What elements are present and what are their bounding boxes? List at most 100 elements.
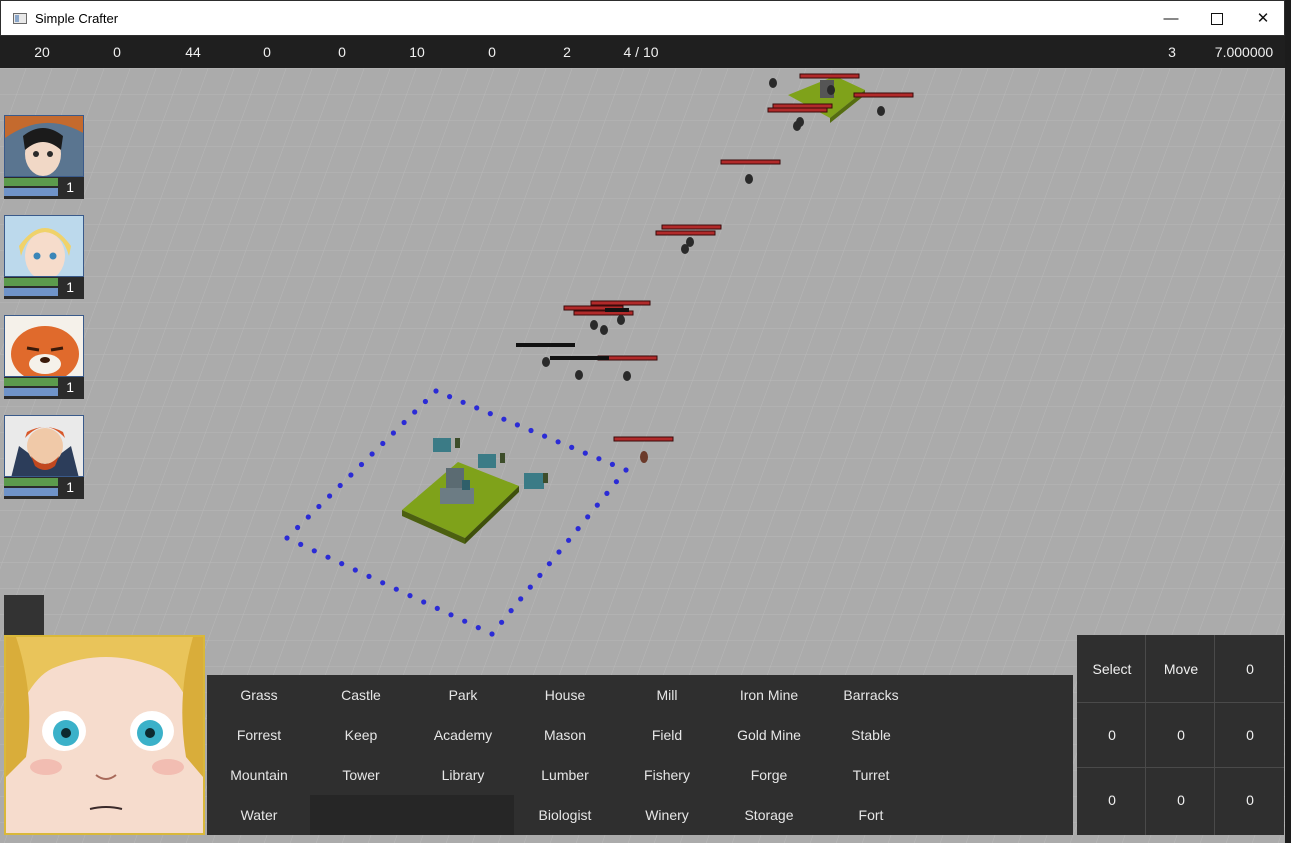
territory-dot bbox=[594, 502, 600, 508]
mana-bar bbox=[4, 288, 58, 296]
resource-value: 10 bbox=[409, 44, 425, 60]
territory-dot bbox=[585, 514, 591, 520]
close-button[interactable]: ✕ bbox=[1240, 1, 1286, 37]
territory-dot bbox=[380, 440, 386, 447]
territory-dot bbox=[298, 541, 304, 547]
party-member-card[interactable]: 1 bbox=[4, 115, 84, 199]
command-button[interactable]: 0 bbox=[1216, 768, 1284, 833]
build-slot-empty bbox=[310, 795, 412, 835]
territory-dot bbox=[421, 599, 427, 605]
level-label: 1 bbox=[66, 279, 74, 295]
command-button[interactable]: 0 bbox=[1078, 768, 1146, 833]
build-button[interactable]: Grass bbox=[208, 675, 310, 715]
build-button[interactable]: Gold Mine bbox=[718, 715, 820, 755]
build-button[interactable]: House bbox=[514, 675, 616, 715]
build-button[interactable]: Storage bbox=[718, 795, 820, 835]
level-label: 1 bbox=[66, 179, 74, 195]
territory-dot bbox=[448, 612, 454, 618]
build-button[interactable]: Library bbox=[412, 755, 514, 795]
level-label: 1 bbox=[66, 379, 74, 395]
title-bar: Simple Crafter — ✕ bbox=[0, 0, 1285, 36]
territory-dot bbox=[447, 394, 453, 400]
build-button[interactable]: Lumber bbox=[514, 755, 616, 795]
resource-value: 0 bbox=[113, 44, 121, 60]
minimap-slot bbox=[4, 595, 44, 635]
territory-dot bbox=[295, 524, 301, 531]
build-button[interactable]: Barracks bbox=[820, 675, 922, 715]
health-bar bbox=[4, 278, 58, 286]
territory-dot bbox=[501, 416, 507, 422]
territory-dot bbox=[380, 580, 386, 586]
build-button[interactable]: Academy bbox=[412, 715, 514, 755]
build-button[interactable]: Biologist bbox=[514, 795, 616, 835]
build-button[interactable]: Tower bbox=[310, 755, 412, 795]
health-bar bbox=[4, 178, 58, 186]
territory-dot bbox=[604, 490, 610, 496]
build-button[interactable]: Iron Mine bbox=[718, 675, 820, 715]
territory-dot bbox=[542, 433, 548, 439]
territory-dot bbox=[556, 549, 562, 555]
build-button[interactable]: Turret bbox=[820, 755, 922, 795]
command-button[interactable]: 0 bbox=[1147, 768, 1215, 833]
territory-dot bbox=[407, 593, 413, 599]
resource-value: 0 bbox=[488, 44, 496, 60]
build-button[interactable]: Castle bbox=[310, 675, 412, 715]
territory-dot bbox=[487, 411, 493, 417]
mana-bar bbox=[4, 488, 58, 496]
player-unit[interactable] bbox=[640, 451, 648, 463]
build-button[interactable]: Forge bbox=[718, 755, 820, 795]
party-member-card[interactable]: 1 bbox=[4, 415, 84, 499]
territory-dot bbox=[566, 537, 572, 543]
command-button[interactable]: Select bbox=[1078, 637, 1146, 702]
build-button[interactable]: Keep bbox=[310, 715, 412, 755]
build-button[interactable]: Field bbox=[616, 715, 718, 755]
build-button[interactable]: Mountain bbox=[208, 755, 310, 795]
minimize-button[interactable]: — bbox=[1148, 1, 1194, 37]
build-button[interactable]: Water bbox=[208, 795, 310, 835]
territory-dot bbox=[305, 514, 311, 520]
build-button[interactable]: Park bbox=[412, 675, 514, 715]
resource-value: 44 bbox=[185, 44, 201, 60]
territory-dot bbox=[537, 572, 543, 578]
territory-dot bbox=[613, 479, 620, 485]
command-button[interactable]: 0 bbox=[1147, 703, 1215, 768]
territory-dot bbox=[508, 608, 514, 614]
build-button[interactable]: Forrest bbox=[208, 715, 310, 755]
build-button[interactable]: Winery bbox=[616, 795, 718, 835]
territory-dot bbox=[609, 461, 616, 467]
build-menu: Grass Castle Park House Mill Iron Mine Barrack… bbox=[207, 675, 1073, 835]
build-button[interactable]: Stable bbox=[820, 715, 922, 755]
status-value: 3 bbox=[1168, 44, 1176, 60]
resource-value: 0 bbox=[263, 44, 271, 60]
command-button[interactable]: Move bbox=[1147, 637, 1215, 702]
hero-portrait bbox=[4, 315, 84, 377]
territory-dot bbox=[474, 405, 480, 411]
territory-dot bbox=[311, 548, 317, 554]
time-value: 7.000000 bbox=[1214, 44, 1274, 60]
party-member-card[interactable]: 1 bbox=[4, 215, 84, 299]
territory-dot bbox=[528, 427, 534, 434]
territory-dot bbox=[460, 399, 466, 405]
territory-dot bbox=[325, 554, 331, 560]
minimize-icon: — bbox=[1163, 10, 1179, 27]
command-button[interactable]: 0 bbox=[1216, 703, 1284, 768]
party-member-card[interactable]: 1 bbox=[4, 315, 84, 399]
resource-bar: 20 0 44 0 0 10 0 2 4 / 10 3 7.000000 bbox=[0, 36, 1285, 68]
territory-dot bbox=[401, 419, 407, 426]
territory-dot bbox=[366, 573, 372, 579]
territory-dot bbox=[412, 409, 418, 415]
command-button[interactable]: 0 bbox=[1078, 703, 1146, 768]
window-edge bbox=[1285, 0, 1291, 843]
build-button[interactable]: Fort bbox=[820, 795, 922, 835]
build-button[interactable]: Mason bbox=[514, 715, 616, 755]
maximize-icon bbox=[1211, 13, 1223, 26]
health-bar bbox=[4, 378, 58, 386]
build-button[interactable]: Fishery bbox=[616, 755, 718, 795]
command-button[interactable]: 0 bbox=[1216, 637, 1284, 702]
territory-dot bbox=[358, 461, 365, 468]
maximize-button[interactable] bbox=[1194, 1, 1240, 37]
territory-dot bbox=[499, 619, 505, 625]
hero-portrait bbox=[4, 115, 84, 177]
level-label: 1 bbox=[66, 479, 74, 495]
build-button[interactable]: Mill bbox=[616, 675, 718, 715]
